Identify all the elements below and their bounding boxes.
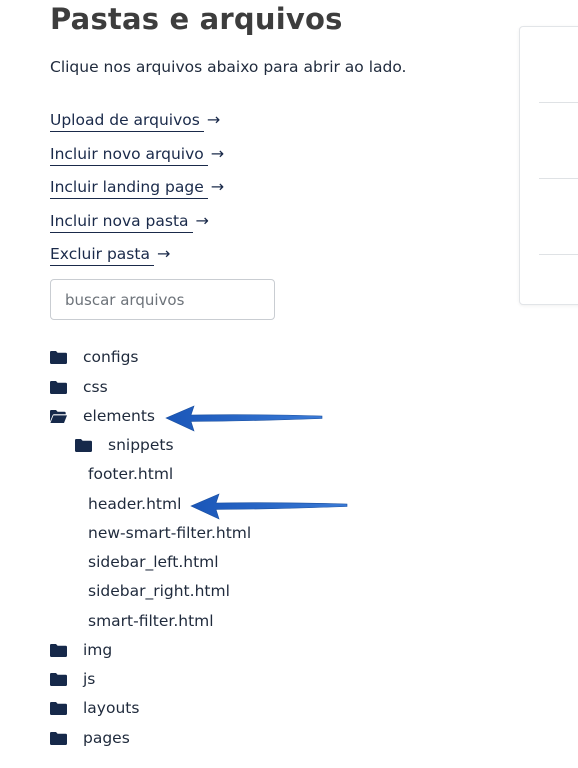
add-new-file-label: Incluir novo arquivo: [50, 145, 208, 166]
folder-icon: [50, 350, 67, 364]
page-title: Pastas e arquivos: [50, 2, 343, 36]
file-item-new-smart-filter[interactable]: new-smart-filter.html: [88, 524, 251, 542]
add-landing-page-link[interactable]: Incluir landing page →: [50, 177, 225, 199]
folder-item-pages[interactable]: pages: [50, 729, 130, 747]
upload-files-label: Upload de arquivos: [50, 111, 204, 132]
folder-item-elements[interactable]: elements: [50, 407, 155, 425]
upload-files-link[interactable]: Upload de arquivos →: [50, 110, 221, 132]
folder-label: snippets: [108, 436, 174, 454]
file-item-header[interactable]: header.html: [88, 495, 181, 513]
add-landing-page-label: Incluir landing page: [50, 178, 208, 199]
folder-icon: [50, 701, 67, 715]
arrow-right-icon: →: [210, 177, 225, 196]
file-label: header.html: [88, 495, 182, 513]
folder-label: configs: [83, 348, 139, 366]
file-item-sidebar-left[interactable]: sidebar_left.html: [88, 553, 219, 571]
page: Pastas e arquivos Clique nos arquivos ab…: [0, 0, 578, 768]
file-label: sidebar_left.html: [88, 553, 219, 571]
folder-icon: [50, 380, 67, 394]
panel-divider: [539, 102, 578, 103]
file-label: new-smart-filter.html: [88, 524, 252, 542]
folder-open-icon: [50, 409, 67, 423]
arrow-right-icon: →: [195, 211, 209, 230]
folder-label: css: [83, 378, 108, 396]
add-new-file-link[interactable]: Incluir novo arquivo →: [50, 144, 225, 166]
add-new-folder-label: Incluir nova pasta: [50, 212, 193, 233]
folder-label: pages: [83, 729, 130, 747]
delete-folder-link[interactable]: Excluir pasta →: [50, 244, 171, 266]
folder-item-js[interactable]: js: [50, 670, 95, 688]
page-subtitle: Clique nos arquivos abaixo para abrir ao…: [50, 58, 407, 76]
folder-item-snippets[interactable]: snippets: [75, 436, 174, 454]
file-item-sidebar-right[interactable]: sidebar_right.html: [88, 582, 230, 600]
panel-divider: [539, 178, 578, 179]
add-new-folder-link[interactable]: Incluir nova pasta →: [50, 211, 209, 233]
file-item-smart-filter[interactable]: smart-filter.html: [88, 612, 214, 630]
file-preview-panel: [519, 26, 578, 305]
folder-label: layouts: [83, 699, 140, 717]
annotation-arrow-icon: [165, 405, 323, 432]
annotation-arrow-icon: [190, 493, 348, 520]
folder-label: js: [83, 670, 96, 688]
file-label: footer.html: [88, 465, 174, 483]
folder-item-configs[interactable]: configs: [50, 348, 139, 366]
panel-divider: [539, 254, 578, 255]
folder-icon: [50, 643, 67, 657]
file-label: smart-filter.html: [88, 612, 214, 630]
folder-label: img: [83, 641, 113, 659]
delete-folder-label: Excluir pasta: [50, 245, 154, 266]
file-item-footer[interactable]: footer.html: [88, 465, 173, 483]
arrow-right-icon: →: [210, 144, 225, 163]
file-label: sidebar_right.html: [88, 582, 230, 600]
folder-icon: [50, 672, 67, 686]
arrow-right-icon: →: [206, 110, 221, 129]
folder-item-css[interactable]: css: [50, 378, 108, 396]
folder-item-layouts[interactable]: layouts: [50, 699, 139, 717]
folder-label: elements: [83, 407, 155, 425]
search-files-input[interactable]: [50, 279, 275, 320]
folder-item-img[interactable]: img: [50, 641, 112, 659]
arrow-right-icon: →: [156, 244, 171, 263]
folder-icon: [75, 438, 92, 452]
folder-icon: [50, 731, 67, 745]
